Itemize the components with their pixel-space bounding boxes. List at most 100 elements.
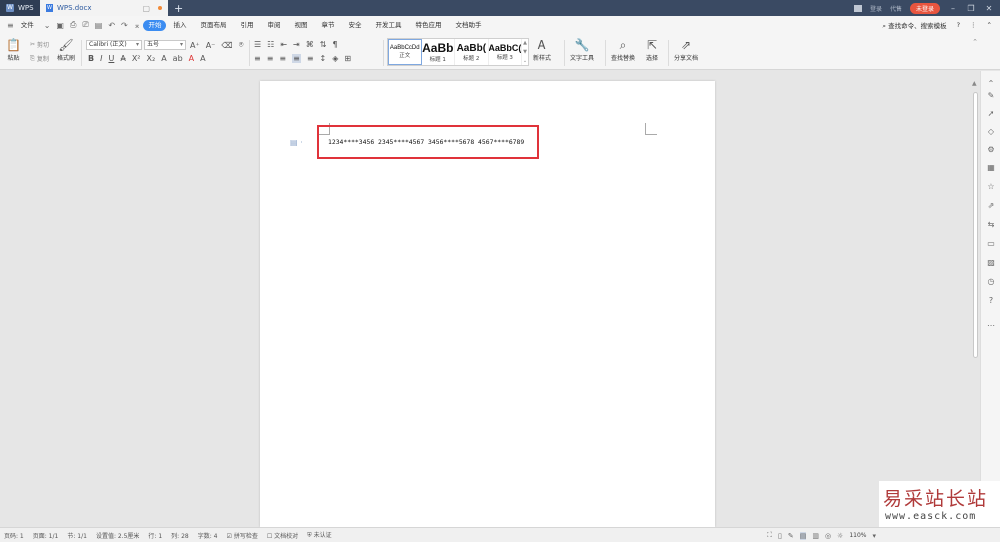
undo-icon[interactable]: ↶ — [105, 21, 118, 30]
new-style-button[interactable]: Ꭺ 新样式 — [533, 37, 551, 62]
minimize-icon[interactable]: – — [948, 4, 958, 13]
decrease-indent-icon[interactable]: ⇤ — [280, 40, 287, 49]
text-effect-icon[interactable]: A — [161, 54, 166, 63]
align-justify-icon[interactable]: ≡ — [292, 54, 301, 63]
vertical-scrollbar[interactable]: ▲ — [972, 80, 979, 360]
tab-features[interactable]: 特色应用 — [408, 16, 448, 34]
underline-icon[interactable]: U — [108, 54, 114, 63]
subscript-icon[interactable]: X₂ — [147, 54, 156, 63]
chinese-layout-icon[interactable]: ⌘ — [306, 40, 314, 49]
pen-icon[interactable]: ✎ — [986, 91, 996, 101]
share-icon[interactable]: ⇗ — [986, 201, 996, 211]
document-page[interactable]: 1234****3456 2345****4567 3456****5678 4… — [260, 81, 715, 527]
ribbon-collapse-icon[interactable]: ⌃ — [972, 38, 978, 46]
web-view-icon[interactable]: ◎ — [825, 532, 831, 540]
backup-icon[interactable]: ▭ — [986, 239, 996, 249]
help-icon[interactable]: ? — [986, 296, 996, 306]
star-icon[interactable]: ☆ — [986, 182, 996, 192]
customize-icon[interactable]: ⌅ — [131, 21, 144, 30]
tab-view[interactable]: 视图 — [287, 16, 314, 34]
scroll-up-icon[interactable]: ▲ — [523, 40, 527, 46]
show-marks-icon[interactable]: ¶ — [332, 40, 337, 49]
select-button[interactable]: ⇱ 选择 — [646, 37, 658, 62]
protect-eye-icon[interactable]: ✎ — [788, 532, 794, 540]
tab-developer[interactable]: 开发工具 — [368, 16, 408, 34]
pin-icon[interactable]: ⌃ — [986, 79, 996, 89]
tab-doc-assistant[interactable]: 文档助手 — [448, 16, 488, 34]
login-button[interactable]: 未登录 — [909, 2, 940, 14]
zoom-level[interactable]: 110% — [849, 532, 866, 539]
align-left-icon[interactable]: ≡ — [254, 54, 261, 63]
align-center-icon[interactable]: ≡ — [267, 54, 274, 63]
scroll-down-icon[interactable]: ▼ — [523, 49, 527, 55]
italic-icon[interactable]: I — [100, 54, 102, 63]
status-page-number[interactable]: 页码: 1 — [4, 531, 24, 540]
close-icon[interactable]: ✕ — [984, 4, 994, 13]
paste-button[interactable]: 📋 粘贴 — [6, 37, 21, 62]
collapse-ribbon-icon[interactable]: ⌃ — [987, 21, 992, 29]
menu-file[interactable]: 文件 — [17, 16, 41, 34]
scrollbar-thumb[interactable] — [973, 92, 978, 358]
shrink-font-icon[interactable]: A⁻ — [206, 41, 216, 50]
chevron-down-icon[interactable]: ⌄ — [41, 21, 54, 30]
skin-icon[interactable] — [853, 4, 862, 12]
status-word-count[interactable]: 字数: 4 — [198, 531, 218, 540]
clear-format-icon[interactable]: ⌫ — [221, 41, 232, 50]
find-replace-button[interactable]: ⌕ 查找替换 — [611, 37, 635, 62]
align-right-icon[interactable]: ≡ — [279, 54, 286, 63]
more-icon[interactable]: ⋮ — [970, 21, 977, 29]
share-doc-button[interactable]: ⇗ 分享文档 — [674, 37, 698, 62]
chevron-down-icon[interactable]: ▾ — [872, 532, 876, 540]
menu-icon[interactable]: ≡ — [4, 21, 17, 30]
grow-font-icon[interactable]: A⁺ — [190, 41, 200, 50]
command-search[interactable]: ⌕ 查找命令、搜索模板 — [882, 20, 946, 31]
tab-wps-home[interactable]: W WPS — [0, 0, 40, 16]
expand-icon[interactable]: ⌄ — [523, 58, 527, 64]
tab-insert[interactable]: 插入 — [166, 16, 193, 34]
new-tab-button[interactable]: + — [174, 2, 183, 15]
print-icon[interactable]: ⎚ — [79, 20, 91, 30]
tab-security[interactable]: 安全 — [341, 16, 368, 34]
char-shading-icon[interactable]: A — [200, 54, 205, 63]
bullet-list-icon[interactable]: ☰ — [254, 40, 261, 49]
save-icon[interactable]: ▣ — [53, 21, 67, 30]
status-setting-value[interactable]: 设置值: 2.5厘米 — [96, 531, 139, 540]
more-icon[interactable]: ⋯ — [986, 321, 996, 331]
font-name-select[interactable]: Calibri (正文) ▾ — [86, 40, 142, 50]
paragraph-handle-icon[interactable]: ▤ · — [290, 138, 303, 147]
proofread-button[interactable]: ☐ 文档校对 — [267, 531, 298, 540]
status-pages[interactable]: 页面: 1/1 — [33, 531, 59, 540]
style-heading-1[interactable]: AaBb 标题 1 — [422, 39, 456, 65]
font-color-icon[interactable]: A — [189, 54, 194, 63]
borders-icon[interactable]: ⊞ — [344, 54, 351, 63]
style-heading-3[interactable]: AaBbC( 标题 3 — [489, 39, 523, 65]
increase-indent-icon[interactable]: ⇥ — [293, 40, 300, 49]
highlight-icon[interactable]: ab — [173, 54, 183, 63]
document-text[interactable]: 1234****3456 2345****4567 3456****5678 4… — [328, 138, 524, 146]
library-icon[interactable]: ▦ — [986, 163, 996, 173]
style-heading-2[interactable]: AaBb( 标题 2 — [455, 39, 489, 65]
tab-pin-icon[interactable]: ▢ — [142, 4, 150, 13]
styles-scroll[interactable]: ▲ ▼ ⌄ — [522, 39, 528, 65]
restore-icon[interactable]: ❐ — [966, 4, 976, 13]
scroll-up-icon[interactable]: ▲ — [972, 80, 977, 87]
tab-home[interactable]: 开始 — [143, 19, 167, 31]
eye-care-icon[interactable]: ☼ — [837, 532, 843, 540]
pointer-icon[interactable]: ➚ — [986, 109, 996, 119]
shading-icon[interactable]: ◈ — [332, 54, 338, 63]
adjust-icon[interactable]: ⚙ — [986, 145, 996, 155]
spell-check-button[interactable]: ☑ 拼写检查 — [227, 531, 258, 540]
numbered-list-icon[interactable]: ☷ — [267, 40, 274, 49]
tab-page-layout[interactable]: 页面布局 — [193, 16, 233, 34]
style-normal[interactable]: AaBbCcDd 正文 — [388, 39, 422, 65]
bold-icon[interactable]: B — [88, 54, 94, 63]
redo-icon[interactable]: ↷ — [118, 21, 131, 30]
outline-view-icon[interactable]: ▥ — [812, 532, 819, 540]
translate-icon[interactable]: ⇆ — [986, 220, 996, 230]
shape-icon[interactable]: ◇ — [986, 127, 996, 137]
tab-document[interactable]: W WPS.docx ▢ — [40, 0, 168, 16]
titlebar-item-2[interactable]: 代售 — [890, 4, 902, 13]
strikethrough-icon[interactable]: A̶ — [120, 54, 125, 63]
image-icon[interactable]: ▨ — [986, 258, 996, 268]
cut-button[interactable]: ✂ 剪切 — [30, 40, 49, 49]
